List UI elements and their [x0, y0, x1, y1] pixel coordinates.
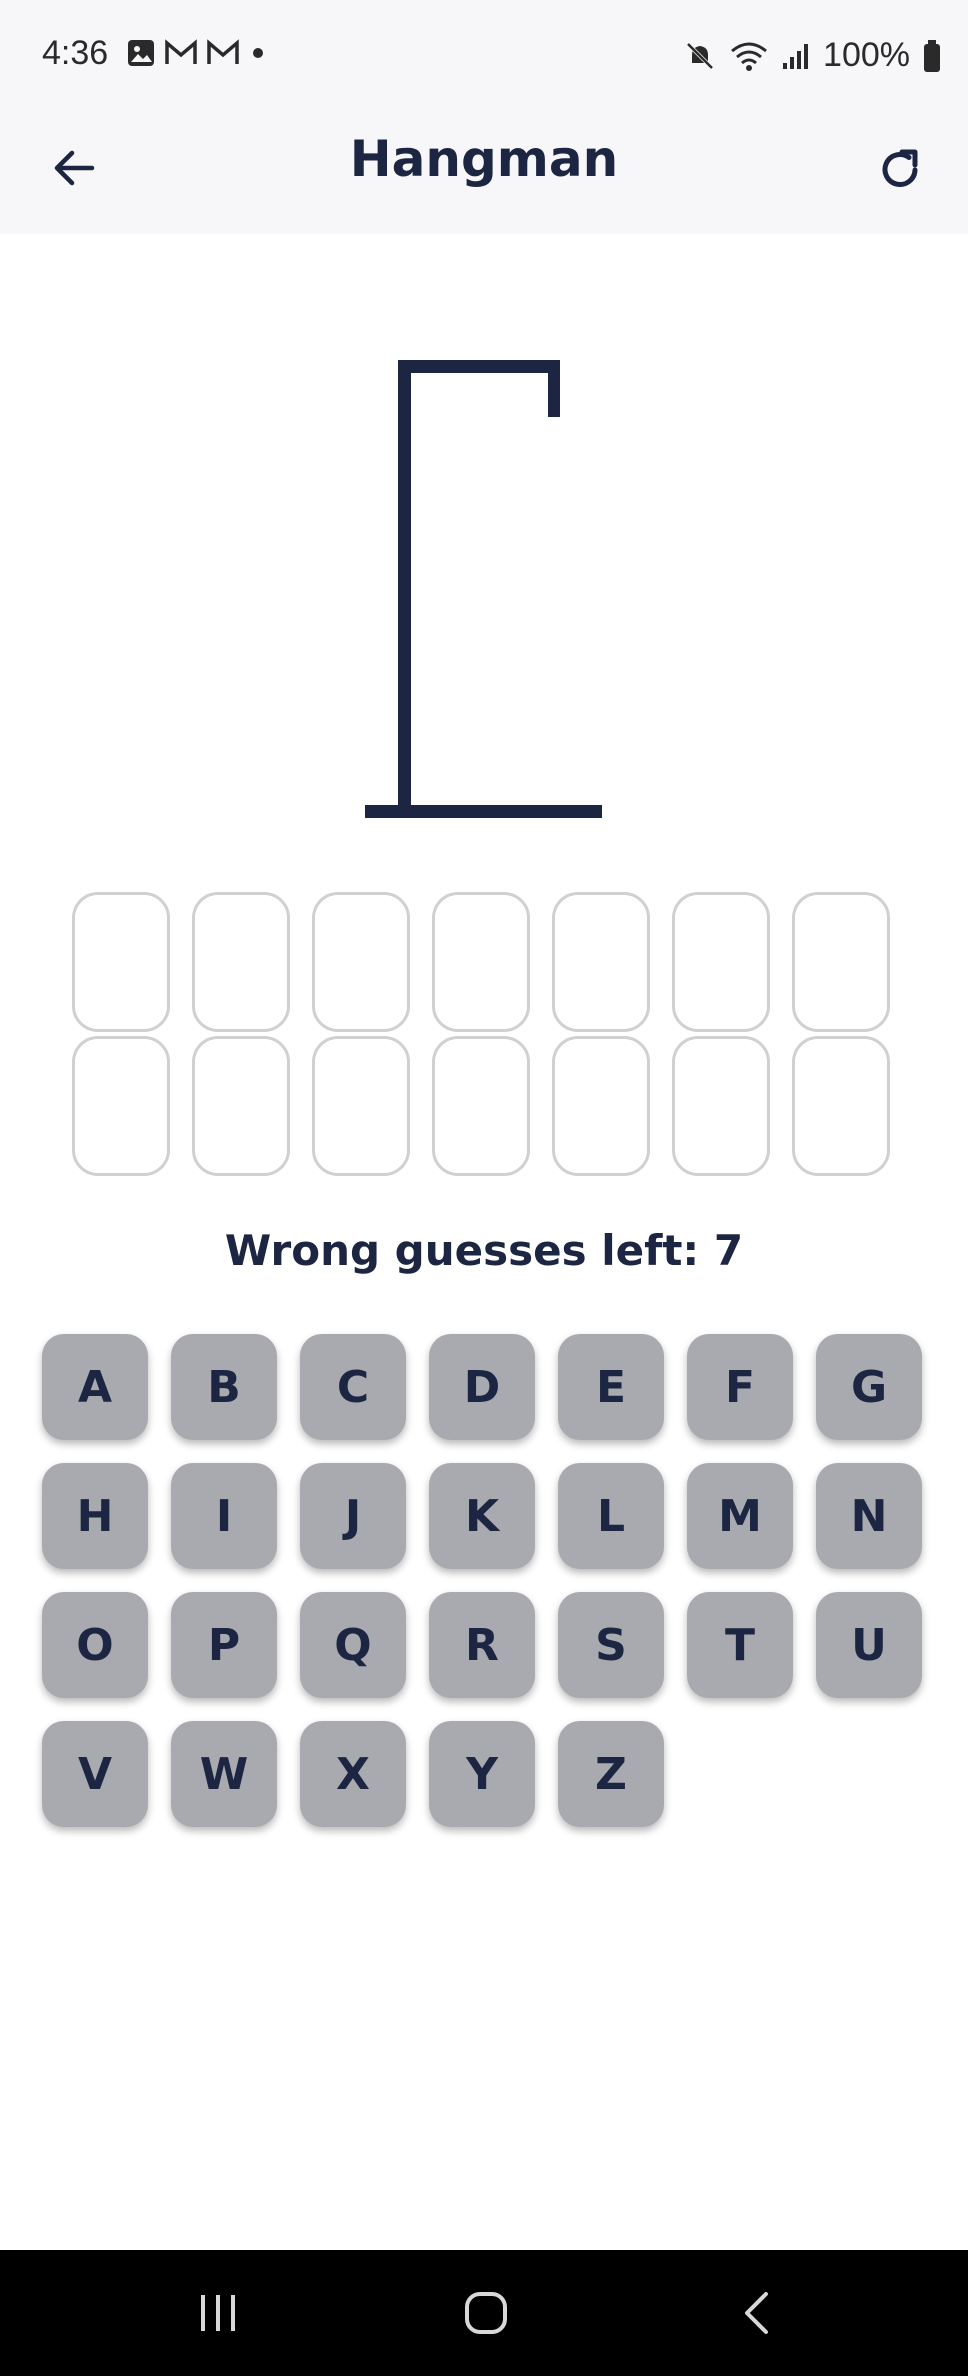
letter-slot	[432, 892, 530, 1032]
battery-icon	[924, 39, 940, 72]
home-button[interactable]	[446, 2280, 526, 2346]
key-q[interactable]: Q	[300, 1592, 406, 1698]
gallows-beam	[398, 360, 558, 373]
key-u[interactable]: U	[816, 1592, 922, 1698]
gallows-rope	[548, 360, 560, 417]
key-s[interactable]: S	[558, 1592, 664, 1698]
key-p[interactable]: P	[171, 1592, 277, 1698]
image-icon	[128, 40, 154, 66]
key-n[interactable]: N	[816, 1463, 922, 1569]
wifi-icon	[731, 42, 767, 71]
key-v[interactable]: V	[42, 1721, 148, 1827]
key-g[interactable]: G	[816, 1334, 922, 1440]
key-k[interactable]: K	[429, 1463, 535, 1569]
key-r[interactable]: R	[429, 1592, 535, 1698]
key-l[interactable]: L	[558, 1463, 664, 1569]
dot-icon	[253, 48, 263, 58]
key-a[interactable]: A	[42, 1334, 148, 1440]
signal-icon	[783, 43, 809, 69]
word-slots	[72, 892, 896, 1176]
system-nav-bar	[0, 2250, 968, 2376]
letter-slot	[72, 1036, 170, 1176]
refresh-button[interactable]	[868, 138, 932, 202]
key-b[interactable]: B	[171, 1334, 277, 1440]
wrong-guesses-label: Wrong guesses left: 7	[224, 1226, 744, 1275]
recents-button[interactable]	[178, 2280, 258, 2346]
key-d[interactable]: D	[429, 1334, 535, 1440]
key-y[interactable]: Y	[429, 1721, 535, 1827]
recents-icon	[201, 2295, 235, 2331]
letter-slot	[72, 892, 170, 1032]
letter-slot	[792, 1036, 890, 1176]
gmail-icon	[207, 39, 239, 64]
letter-slot	[192, 1036, 290, 1176]
key-j[interactable]: J	[300, 1463, 406, 1569]
key-x[interactable]: X	[300, 1721, 406, 1827]
refresh-icon	[882, 149, 918, 187]
letter-slot	[552, 1036, 650, 1176]
home-icon	[465, 2292, 507, 2334]
status-icons-right: 100%	[683, 36, 942, 75]
key-z[interactable]: Z	[558, 1721, 664, 1827]
status-bar: 4:36 100%	[0, 0, 968, 112]
key-w[interactable]: W	[171, 1721, 277, 1827]
page-title: Hangman	[349, 130, 619, 188]
letter-slot	[312, 892, 410, 1032]
letter-slot	[672, 892, 770, 1032]
key-f[interactable]: F	[687, 1334, 793, 1440]
key-m[interactable]: M	[687, 1463, 793, 1569]
letter-keyboard: ABCDEFG HIJKLMN OPQRSTU VWXYZ	[42, 1334, 922, 1827]
status-time: 4:36	[42, 34, 109, 72]
key-i[interactable]: I	[171, 1463, 277, 1569]
letter-slot	[552, 892, 650, 1032]
gmail-icon	[165, 39, 197, 64]
letter-slot	[792, 892, 890, 1032]
battery-text: 100%	[823, 36, 910, 74]
mute-icon	[686, 42, 714, 69]
key-e[interactable]: E	[558, 1334, 664, 1440]
status-icons-left	[126, 38, 268, 68]
letter-slot	[312, 1036, 410, 1176]
key-c[interactable]: C	[300, 1334, 406, 1440]
letter-slot	[432, 1036, 530, 1176]
back-icon	[745, 2292, 768, 2334]
letter-slot	[672, 1036, 770, 1176]
key-o[interactable]: O	[42, 1592, 148, 1698]
letter-slot	[192, 892, 290, 1032]
key-h[interactable]: H	[42, 1463, 148, 1569]
app-bar: Hangman	[0, 112, 968, 234]
key-t[interactable]: T	[687, 1592, 793, 1698]
gallows-drawing	[365, 360, 602, 818]
gallows-post	[398, 360, 411, 810]
nav-back-button[interactable]	[716, 2280, 796, 2346]
